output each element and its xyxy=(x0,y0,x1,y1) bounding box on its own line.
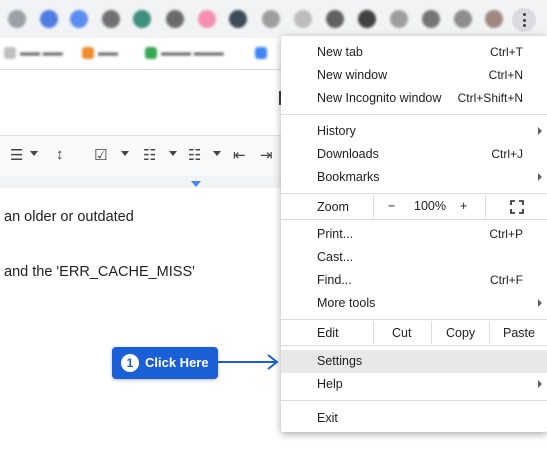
menu-item-history[interactable]: History xyxy=(281,120,547,143)
extension-icon[interactable] xyxy=(8,10,26,28)
browser-toolbar xyxy=(0,0,547,38)
extension-icon[interactable] xyxy=(294,10,312,28)
menu-item-new-window[interactable]: New window Ctrl+N xyxy=(281,64,547,87)
submenu-arrow-icon xyxy=(538,173,542,181)
step-number-badge: 1 xyxy=(121,354,139,372)
menu-item-label: Exit xyxy=(317,411,338,425)
align-left-icon[interactable]: ☰ xyxy=(10,146,23,164)
bookmark-item[interactable] xyxy=(255,47,271,59)
paste-button[interactable]: Paste xyxy=(489,321,547,344)
menu-item-exit[interactable]: Exit xyxy=(281,407,547,430)
chevron-down-icon[interactable] xyxy=(121,151,129,156)
avatar[interactable] xyxy=(485,10,503,28)
menu-item-more-tools[interactable]: More tools xyxy=(281,292,547,315)
doc-text-line: an older or outdated xyxy=(4,209,134,225)
cut-button[interactable]: Cut xyxy=(373,321,432,344)
arrow-right-icon xyxy=(218,354,279,370)
checklist-icon[interactable]: ☑ xyxy=(94,146,107,164)
menu-item-find[interactable]: Find... Ctrl+F xyxy=(281,269,547,292)
menu-item-settings[interactable]: Settings xyxy=(281,350,547,373)
menu-item-label: Bookmarks xyxy=(317,170,380,184)
click-here-callout: 1 Click Here xyxy=(112,347,218,379)
menu-item-label: More tools xyxy=(317,296,376,310)
extension-icon[interactable] xyxy=(70,10,88,28)
menu-item-shortcut: Ctrl+J xyxy=(491,147,523,161)
menu-item-label: Settings xyxy=(317,354,363,368)
copy-label: Copy xyxy=(446,326,476,340)
decrease-indent-icon[interactable]: ⇤ xyxy=(233,146,246,164)
extension-icon[interactable] xyxy=(166,10,184,28)
menu-separator xyxy=(281,319,547,320)
menu-item-downloads[interactable]: Downloads Ctrl+J xyxy=(281,143,547,166)
extension-icon[interactable] xyxy=(454,10,472,28)
menu-separator xyxy=(281,345,547,346)
extension-icon[interactable] xyxy=(40,10,58,28)
extension-icon[interactable] xyxy=(133,10,151,28)
bookmark-item[interactable]: ▬▬▬ ▬▬▬ xyxy=(145,47,224,59)
paste-label: Paste xyxy=(503,326,535,340)
zoom-in-button[interactable]: + xyxy=(460,199,467,213)
menu-item-shortcut: Ctrl+N xyxy=(488,68,523,82)
menu-item-shortcut: Ctrl+Shift+N xyxy=(457,91,523,105)
menu-item-label: Edit xyxy=(317,326,339,340)
menu-separator xyxy=(281,219,547,220)
zoom-level: 100% xyxy=(414,199,446,213)
extension-icon[interactable] xyxy=(422,10,440,28)
zoom-controls: − 100% + xyxy=(373,195,486,218)
increase-indent-icon[interactable]: ⇥ xyxy=(260,146,273,164)
menu-item-help[interactable]: Help xyxy=(281,373,547,396)
submenu-arrow-icon xyxy=(538,380,542,388)
menu-item-label: Cast... xyxy=(317,250,354,264)
bookmark-item[interactable]: ▬▬ ▬▬ xyxy=(4,47,63,59)
menu-item-label: New tab xyxy=(317,45,363,59)
menu-item-shortcut: Ctrl+F xyxy=(490,273,523,287)
fullscreen-button[interactable] xyxy=(485,195,547,218)
extension-icon[interactable] xyxy=(262,10,280,28)
menu-separator xyxy=(281,114,547,115)
menu-item-print[interactable]: Print... Ctrl+P xyxy=(281,223,547,246)
line-spacing-icon[interactable]: ↕ xyxy=(56,146,64,163)
callout-label: Click Here xyxy=(145,355,209,370)
menu-item-cast[interactable]: Cast... xyxy=(281,246,547,269)
menu-item-new-tab[interactable]: New tab Ctrl+T xyxy=(281,41,547,64)
extension-icon[interactable] xyxy=(358,10,376,28)
numbered-list-icon[interactable]: ☷ xyxy=(188,146,201,164)
menu-item-shortcut: Ctrl+P xyxy=(489,227,523,241)
menu-item-label: Downloads xyxy=(317,147,379,161)
extension-icon[interactable] xyxy=(102,10,120,28)
menu-separator xyxy=(281,193,547,194)
bulleted-list-icon[interactable]: ☷ xyxy=(143,146,156,164)
menu-item-label: Find... xyxy=(317,273,352,287)
cut-label: Cut xyxy=(392,326,412,340)
menu-item-label: Zoom xyxy=(317,200,349,214)
chrome-main-menu: New tab Ctrl+T New window Ctrl+N New Inc… xyxy=(281,36,547,432)
menu-item-label: History xyxy=(317,124,356,138)
menu-item-bookmarks[interactable]: Bookmarks xyxy=(281,166,547,189)
copy-button[interactable]: Copy xyxy=(431,321,490,344)
chevron-down-icon[interactable] xyxy=(30,151,38,156)
extension-icon[interactable] xyxy=(198,10,216,28)
fullscreen-icon xyxy=(510,200,524,214)
menu-item-new-incognito[interactable]: New Incognito window Ctrl+Shift+N xyxy=(281,87,547,110)
submenu-arrow-icon xyxy=(538,299,542,307)
menu-item-label: New Incognito window xyxy=(317,91,442,105)
extension-icon[interactable] xyxy=(229,10,247,28)
chevron-down-icon[interactable] xyxy=(213,151,221,156)
menu-separator xyxy=(281,400,547,401)
chevron-down-icon[interactable] xyxy=(169,151,177,156)
extension-icon[interactable] xyxy=(390,10,408,28)
menu-edit-row: Edit Cut Copy Paste xyxy=(281,321,547,344)
submenu-arrow-icon xyxy=(538,127,542,135)
chrome-menu-button[interactable] xyxy=(512,8,536,32)
doc-text-line: and the 'ERR_CACHE_MISS' xyxy=(4,264,195,280)
indent-marker-icon[interactable] xyxy=(191,181,201,187)
bookmark-item[interactable]: ▬▬ xyxy=(82,47,118,59)
menu-item-shortcut: Ctrl+T xyxy=(490,45,523,59)
menu-item-label: Print... xyxy=(317,227,354,241)
zoom-out-button[interactable]: − xyxy=(388,199,395,213)
menu-item-label: New window xyxy=(317,68,388,82)
menu-zoom-row: Zoom − 100% + xyxy=(281,195,547,218)
extension-icon[interactable] xyxy=(326,10,344,28)
menu-item-label: Help xyxy=(317,377,343,391)
